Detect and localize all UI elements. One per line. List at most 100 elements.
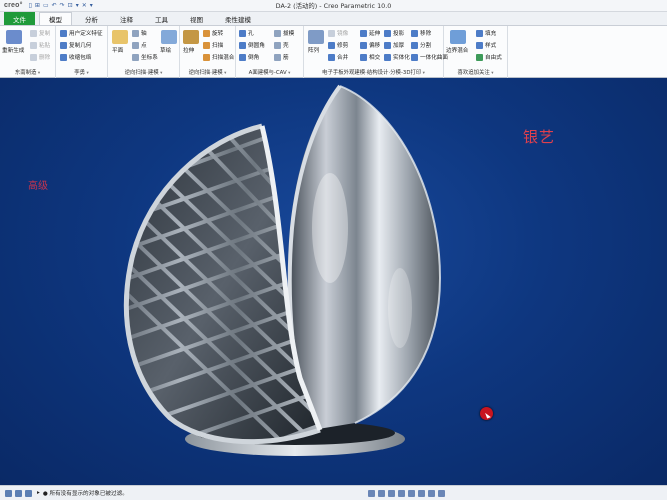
remove-button[interactable]: 移除 <box>411 29 431 37</box>
mirror-button[interactable]: 镜像 <box>328 29 348 37</box>
chamfer-icon <box>239 53 246 61</box>
named-views-icon[interactable] <box>438 489 445 497</box>
style-button[interactable]: 样式 <box>476 41 496 49</box>
web-browser-icon[interactable] <box>25 489 32 497</box>
user-feature-button[interactable]: 用户定义特征 <box>60 29 103 37</box>
rib-button[interactable]: 筋 <box>274 53 289 61</box>
group-datum: 平面 轴 点 坐标系 草绘 逆向扫描·建模 <box>108 26 180 78</box>
extrude-button[interactable]: 拉伸 <box>183 46 194 54</box>
user-feature-icon <box>60 29 67 37</box>
group-label-surfaces: 喜欢追加关注 <box>444 68 507 76</box>
extrude-icon[interactable] <box>183 30 199 44</box>
status-message-text: ● 所有没有显示的对象已被过滤。 <box>42 491 128 497</box>
spin-center-icon[interactable] <box>388 489 395 497</box>
remove-icon <box>411 29 418 37</box>
point-icon <box>132 41 139 49</box>
hole-button[interactable]: 孔 <box>239 29 254 37</box>
customize-icon[interactable]: ▾ <box>90 2 93 9</box>
plane-icon[interactable] <box>112 30 128 44</box>
delete-button[interactable]: 删除 <box>30 53 50 61</box>
model-render[interactable] <box>0 78 667 485</box>
group-label-operations: 东南制造 <box>0 68 55 76</box>
new-icon[interactable]: ▯ <box>29 2 32 9</box>
thicken-button[interactable]: 加厚 <box>384 41 404 49</box>
graphics-viewport[interactable]: 高级 银艺 <box>0 78 667 485</box>
regenerate-button[interactable]: 重新生成 <box>2 46 24 54</box>
draft-icon <box>274 29 281 37</box>
freestyle-icon <box>476 53 483 61</box>
pattern-button[interactable]: 阵列 <box>308 46 319 54</box>
trim-button[interactable]: 修剪 <box>328 41 348 49</box>
paste-button[interactable]: 粘贴 <box>30 41 50 49</box>
sketch-button[interactable]: 草绘 <box>160 46 171 54</box>
undo-icon[interactable]: ↶ <box>52 2 57 9</box>
tab-file[interactable]: 文件 <box>4 12 35 25</box>
status-tools <box>368 489 445 497</box>
offset-button[interactable]: 偏移 <box>360 41 380 49</box>
shell-button[interactable]: 壳 <box>274 41 289 49</box>
swept-blend-button[interactable]: 扫描混合 <box>203 53 234 61</box>
save-icon[interactable]: ▭ <box>43 2 49 9</box>
group-label-editing: 电子手板外观建模·结构设计·分模-3D打印 <box>304 68 443 76</box>
shrinkwrap-button[interactable]: 收缩包络 <box>60 53 91 61</box>
shrinkwrap-icon <box>60 53 67 61</box>
project-button[interactable]: 投影 <box>384 29 404 37</box>
graphics-filter-icon[interactable] <box>378 489 385 497</box>
select-icon[interactable] <box>368 489 375 497</box>
zoom-icon[interactable] <box>428 489 435 497</box>
draft-button[interactable]: 拔模 <box>274 29 294 37</box>
regenerate-icon[interactable] <box>6 30 22 44</box>
extend-button[interactable]: 延伸 <box>360 29 380 37</box>
quick-access-toolbar: ▯ ⊞ ▭ ↶ ↷ ⊡ ▾ ✕ ▾ <box>29 2 93 9</box>
pattern-icon[interactable] <box>308 30 324 44</box>
copy-geometry-button[interactable]: 复制几何 <box>60 41 91 49</box>
saved-orientation-icon[interactable] <box>418 489 425 497</box>
solidify-button[interactable]: 实体化 <box>384 53 410 61</box>
redo-icon[interactable]: ↷ <box>60 2 65 9</box>
round-button[interactable]: 倒圆角 <box>239 41 265 49</box>
split-button[interactable]: 分割 <box>411 41 431 49</box>
ribbon-tabs: 文件 模型 分析 注释 工具 视图 柔性建模 <box>0 12 667 26</box>
tab-view[interactable]: 视图 <box>181 12 212 25</box>
chamfer-button[interactable]: 倒角 <box>239 53 259 61</box>
sweep-button[interactable]: 扫描 <box>203 41 223 49</box>
tab-tools[interactable]: 工具 <box>146 12 177 25</box>
boundary-blend-button[interactable]: 边界混合 <box>446 46 468 54</box>
ribbon: 重新生成 复制 粘贴 删除 东南制造 用户定义特征 复制几何 收缩包络 李勇 平… <box>0 26 667 78</box>
tab-analysis[interactable]: 分析 <box>76 12 107 25</box>
regenerate-icon[interactable]: ⊡ <box>68 2 73 9</box>
fill-button[interactable]: 填充 <box>476 29 496 37</box>
freestyle-button[interactable]: 自由式 <box>476 53 502 61</box>
plane-button[interactable]: 平面 <box>112 46 123 54</box>
copy-button[interactable]: 复制 <box>30 29 50 37</box>
tab-annotate[interactable]: 注释 <box>111 12 142 25</box>
intersect-button[interactable]: 相交 <box>360 53 380 61</box>
merge-button[interactable]: 合并 <box>328 53 348 61</box>
unify-surface-button[interactable]: 一体化曲面 <box>411 53 448 61</box>
close-window-icon[interactable]: ✕ <box>82 2 87 9</box>
sketch-icon[interactable] <box>161 30 177 44</box>
open-icon[interactable]: ⊞ <box>35 2 40 9</box>
sweep-icon <box>203 41 210 49</box>
group-label-engineering: A面建模与-CAV <box>236 68 303 76</box>
revolve-button[interactable]: 旋转 <box>203 29 223 37</box>
boundary-blend-icon[interactable] <box>450 30 466 44</box>
status-bar: ▸ ● 所有没有显示的对象已被过滤。 <box>0 485 667 500</box>
tab-flexible-modeling[interactable]: 柔性建模 <box>216 12 260 25</box>
csys-button[interactable]: 坐标系 <box>132 53 158 61</box>
merge-icon <box>328 53 335 61</box>
tab-model[interactable]: 模型 <box>39 12 72 25</box>
status-arrow-icon: ▸ <box>37 490 40 496</box>
axis-button[interactable]: 轴 <box>132 29 147 37</box>
dropdown-icon[interactable]: ▾ <box>76 2 79 9</box>
display-style-icon[interactable] <box>408 489 415 497</box>
model-tree-toggle-icon[interactable] <box>5 489 12 497</box>
mirror-icon <box>328 29 335 37</box>
group-engineering: 孔 倒圆角 倒角 拔模 壳 筋 A面建模与-CAV <box>236 26 304 78</box>
datum-display-icon[interactable] <box>398 489 405 497</box>
point-button[interactable]: 点 <box>132 41 147 49</box>
title-bar: creo° ▯ ⊞ ▭ ↶ ↷ ⊡ ▾ ✕ ▾ DA-2 (活动的) - Cre… <box>0 0 667 12</box>
group-editing: 阵列 镜像 修剪 合并 延伸 偏移 相交 投影 加厚 实体化 移除 分割 一体化… <box>304 26 448 78</box>
shell-icon <box>274 41 281 49</box>
folder-browser-icon[interactable] <box>15 489 22 497</box>
